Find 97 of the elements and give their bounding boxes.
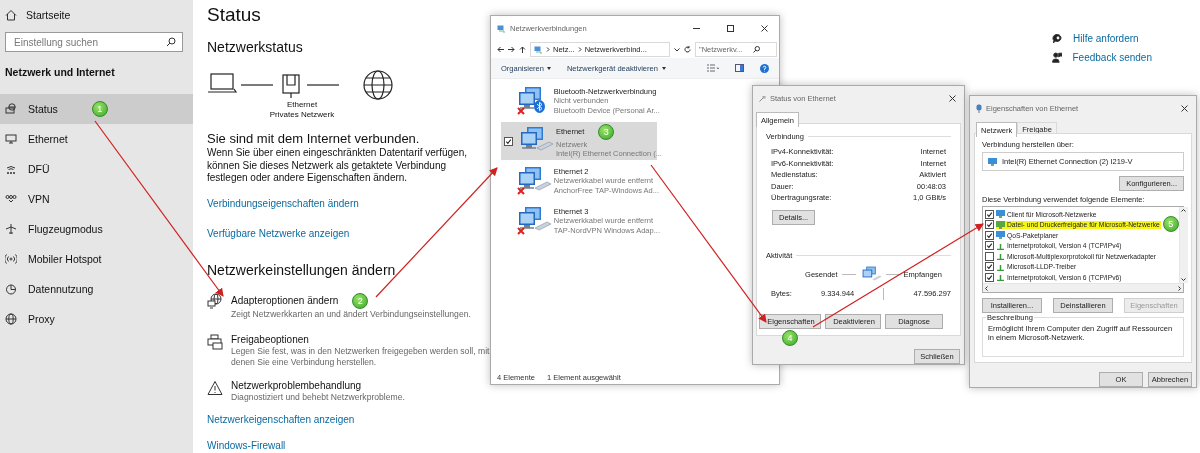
monitor-icon — [5, 133, 17, 145]
chat-help-icon — [1052, 33, 1063, 44]
setting-description: Zeigt Netzwerkkarten an und ändert Verbindungseinstellungen. — [231, 308, 472, 320]
sidebar-item[interactable]: Flugzeugmodus — [0, 214, 193, 244]
network-adapter-icon — [207, 292, 223, 309]
help-icon — [760, 63, 769, 73]
step-badge: 5 — [1162, 215, 1179, 232]
monitor-icon — [996, 210, 1005, 219]
connection-title: Sie sind mit dem Internet verbunden. — [207, 131, 421, 147]
step-badge: 1 — [91, 101, 108, 117]
network-folder-icon — [497, 24, 506, 33]
scroll-down-icon — [1181, 278, 1187, 281]
warning-icon — [207, 379, 223, 396]
globe-icon — [5, 313, 17, 325]
step-badge: 2 — [352, 292, 369, 309]
checkbox[interactable] — [985, 241, 994, 251]
scroll-right-icon — [1178, 285, 1181, 291]
caret-icon — [661, 66, 666, 70]
setting-title[interactable]: Adapteroptionen ändern — [231, 294, 339, 307]
close-icon — [760, 25, 768, 32]
maximize-icon — [726, 25, 734, 32]
protocol-icon — [996, 241, 1005, 250]
close-icon — [948, 95, 956, 102]
search-box[interactable]: Einstellung suchen — [5, 32, 183, 52]
hotspot-icon — [5, 253, 17, 265]
section-title: Netzwerk und Internet — [4, 65, 116, 79]
sidebar-item[interactable]: DFÜ — [0, 154, 193, 184]
network-adapter-icon — [988, 157, 997, 166]
sidebar-item[interactable]: Mobiler Hotspot — [0, 244, 193, 274]
setting-title[interactable]: Freigabeoptionen — [231, 333, 309, 346]
preview-pane-icon — [735, 64, 744, 72]
sidebar-item[interactable]: Status 1 — [0, 94, 193, 124]
monitor-icon — [996, 220, 1005, 229]
network-label: Privates Netzwerk — [269, 110, 335, 120]
chevron-icon — [546, 47, 550, 52]
step-badge: 4 — [782, 330, 798, 346]
chevron-icon — [577, 47, 582, 52]
search-field[interactable]: Einstellung suchen — [14, 36, 166, 48]
scroll-left-icon — [985, 285, 988, 291]
minimize-icon — [692, 25, 700, 32]
page-title: Status — [207, 4, 262, 26]
link[interactable]: Netzwerkeigenschaften anzeigen — [207, 413, 355, 426]
caret-icon — [546, 66, 551, 70]
airplane-icon — [5, 223, 17, 235]
setting-description: Legen Sie fest, was in den Netzwerken freigegeben werden soll, mit denen Sie eine Verbindung herstellen. — [231, 345, 491, 368]
checkbox[interactable] — [985, 220, 994, 230]
forward-icon — [508, 46, 515, 53]
network-folder-icon — [534, 45, 543, 54]
checkbox[interactable] — [985, 272, 994, 282]
connection-text: Wenn Sie über einen eingeschränkten Datentarif verfügen, können Sie dieses Netzwerk als getaktete Verbindung festlegen oder andere Eigenschaften ändern. — [207, 147, 468, 185]
link[interactable]: Verbindungseigenschaften ändern — [207, 197, 359, 210]
refresh-icon — [684, 46, 691, 53]
link[interactable]: Feedback senden — [1072, 52, 1152, 63]
scrollbar[interactable] — [983, 283, 1183, 292]
sidebar-item[interactable]: VPN — [0, 184, 193, 214]
checkbox[interactable] — [985, 251, 994, 261]
back-icon — [497, 46, 504, 53]
checkbox[interactable] — [985, 230, 994, 240]
network-status-icon — [5, 103, 17, 115]
more-button[interactable] — [661, 66, 666, 70]
checkbox[interactable] — [504, 136, 513, 146]
checkbox[interactable] — [985, 209, 994, 219]
step-badge: 3 — [598, 123, 615, 140]
home-icon — [5, 9, 17, 21]
scrollbar[interactable] — [1178, 207, 1188, 283]
setting-title[interactable]: Netzwerkproblembehandlung — [231, 379, 362, 392]
scroll-up-icon — [1181, 209, 1187, 212]
vpn-icon — [5, 193, 17, 205]
section-title: Netzwerkstatus — [207, 38, 304, 56]
monitor-icon — [996, 231, 1005, 240]
sidebar-item[interactable]: Proxy — [0, 304, 193, 334]
sidebar-item[interactable]: Datennutzung — [0, 274, 193, 304]
pie-chart-icon — [5, 283, 17, 295]
link[interactable]: Verfügbare Netzwerke anzeigen — [207, 227, 350, 240]
dropdown-icon — [674, 47, 680, 52]
cable-icon — [759, 95, 766, 102]
protocol-icon — [996, 262, 1005, 271]
up-icon — [519, 46, 526, 53]
home-link[interactable]: Startseite — [26, 9, 71, 21]
printer-icon — [207, 333, 223, 350]
bluetooth-icon — [533, 100, 545, 113]
setting-description: Diagnostiziert und behebt Netzwerkprobleme. — [231, 391, 406, 403]
feedback-icon — [1052, 52, 1063, 63]
link[interactable]: Windows-Firewall — [207, 439, 286, 452]
section-title: Netzwerkeinstellungen ändern — [207, 260, 397, 279]
device-label: Ethernet — [286, 100, 318, 110]
search-icon — [753, 46, 760, 53]
view-options-icon — [707, 64, 719, 72]
adapter-icon — [976, 104, 982, 113]
protocol-icon — [996, 252, 1005, 261]
protocol-icon — [996, 273, 1005, 282]
sidebar-item[interactable]: Ethernet — [0, 124, 193, 154]
close-icon — [1180, 105, 1188, 112]
dialup-icon — [5, 163, 17, 175]
link[interactable]: Hilfe anfordern — [1073, 33, 1139, 44]
search-icon — [166, 37, 176, 47]
checkbox[interactable] — [985, 262, 994, 272]
